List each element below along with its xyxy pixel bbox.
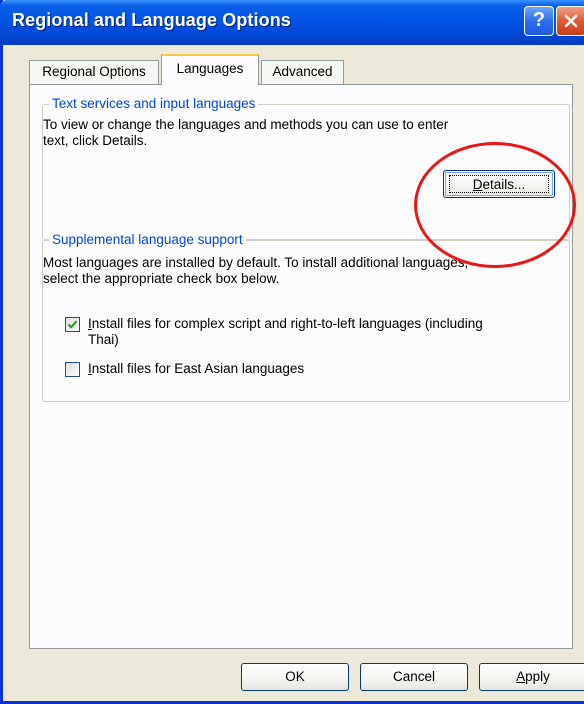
details-button[interactable]: Details... bbox=[443, 170, 555, 198]
cancel-button[interactable]: Cancel bbox=[360, 663, 468, 691]
complex-script-label-line2: Thai) bbox=[88, 332, 119, 347]
text-services-description-line2: text, click Details. bbox=[43, 133, 148, 148]
window-title: Regional and Language Options bbox=[12, 10, 291, 30]
apply-button[interactable]: Apply bbox=[479, 663, 584, 691]
text-services-description: To view or change the languages and meth… bbox=[43, 117, 563, 149]
text-services-group: Text services and input languages To vie… bbox=[42, 96, 570, 240]
east-asian-label[interactable]: Install files for East Asian languages bbox=[88, 361, 568, 377]
title-bar[interactable]: Regional and Language Options ? bbox=[0, 0, 584, 45]
supplemental-description-line2: select the appropriate check box below. bbox=[43, 271, 280, 286]
supplemental-description-line1: Most languages are installed by default.… bbox=[43, 255, 469, 270]
apply-mnemonic: A bbox=[516, 669, 526, 684]
text-services-legend: Text services and input languages bbox=[49, 96, 259, 112]
apply-label: pply bbox=[525, 669, 550, 684]
supplemental-description: Most languages are installed by default.… bbox=[43, 255, 567, 287]
close-button[interactable] bbox=[556, 6, 584, 36]
checkmark-icon bbox=[67, 320, 78, 329]
complex-script-checkbox[interactable] bbox=[65, 317, 80, 332]
supplemental-group: Supplemental language support Most langu… bbox=[42, 232, 570, 402]
complex-script-label[interactable]: Install files for complex script and rig… bbox=[88, 316, 568, 348]
help-icon: ? bbox=[532, 9, 546, 31]
tab-advanced[interactable]: Advanced bbox=[261, 60, 344, 84]
east-asian-checkbox[interactable] bbox=[65, 362, 80, 377]
supplemental-legend: Supplemental language support bbox=[49, 232, 246, 248]
complex-script-label-line1: nstall files for complex script and righ… bbox=[91, 316, 483, 331]
details-label: etails... bbox=[482, 177, 526, 192]
tab-languages[interactable]: Languages bbox=[161, 54, 259, 85]
tab-panel-languages: Text services and input languages To vie… bbox=[29, 84, 573, 649]
close-icon bbox=[564, 14, 578, 28]
tab-regional-options[interactable]: Regional Options bbox=[29, 60, 159, 84]
dialog-window: Regional and Language Options ? Regional… bbox=[0, 0, 584, 704]
ok-button[interactable]: OK bbox=[241, 663, 349, 691]
details-focus-rect: Details... bbox=[449, 175, 549, 193]
east-asian-label-text: nstall files for East Asian languages bbox=[91, 361, 305, 376]
text-services-description-line1: To view or change the languages and meth… bbox=[43, 117, 449, 132]
help-button[interactable]: ? bbox=[524, 6, 554, 36]
